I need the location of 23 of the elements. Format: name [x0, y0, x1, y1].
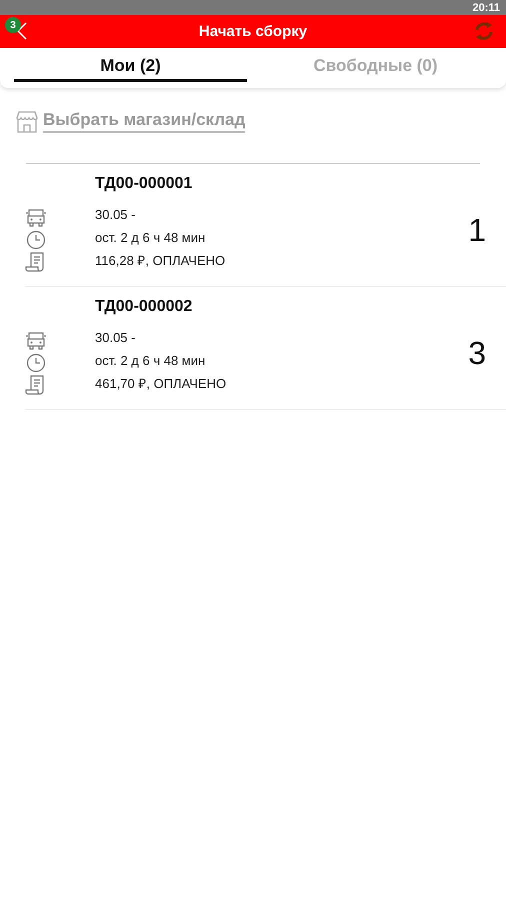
status-time: 20:11	[472, 2, 500, 14]
notification-badge: 3	[5, 17, 21, 33]
item-count: 3	[468, 334, 486, 372]
clock-icon	[25, 353, 47, 373]
order-number: ТД00-000001	[95, 174, 194, 192]
payment-status: 116,28 ₽, ОПЛАЧЕНО	[95, 252, 226, 270]
time-remaining: ост. 2 д 6 ч 48 мин	[95, 352, 206, 370]
order-date: 30.05 -	[95, 328, 136, 346]
payment-status: 461,70 ₽, ОПЛАЧЕНО	[95, 374, 228, 392]
time-remaining: ост. 2 д 6 ч 48 мин	[95, 228, 206, 247]
screen-title: Начать сборку	[198, 23, 308, 40]
clock-icon	[25, 230, 47, 250]
tab[interactable]: Мои (2)	[14, 48, 247, 82]
item-count: 1	[468, 212, 486, 248]
car-icon	[25, 208, 47, 228]
car-icon	[25, 331, 47, 351]
back-button[interactable]	[16, 22, 28, 42]
store-icon	[15, 110, 39, 132]
order-date: 30.05 -	[95, 206, 136, 224]
refresh-icon[interactable]	[474, 21, 494, 41]
order-number: ТД00-000002	[95, 298, 194, 316]
order-item[interactable]: ТД00-000002 30.05 - ост. 2 д 6 ч 48 мин 461,70 ₽, ОПЛАЧЕНО 3	[25, 287, 506, 410]
order-item[interactable]: ТД00-000001 30.05 - ост. 2 д 6 ч 48 мин 116,28 ₽, ОПЛАЧЕНО 1	[25, 164, 506, 287]
